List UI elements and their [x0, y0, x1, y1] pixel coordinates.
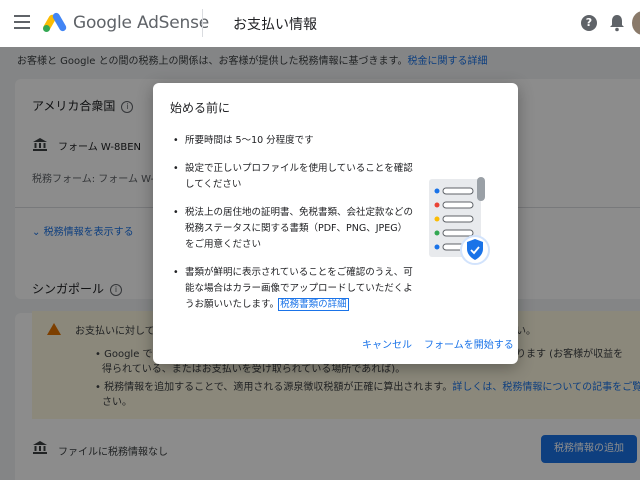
header-divider: [202, 9, 203, 37]
brand-name: Google AdSense: [73, 13, 210, 33]
avatar[interactable]: [632, 11, 640, 35]
app-bar: Google AdSense お支払い情報 ?: [0, 0, 640, 47]
adsense-logo-icon: [43, 12, 67, 32]
menu-icon[interactable]: [14, 15, 30, 29]
notification-bell-icon[interactable]: [609, 14, 625, 32]
list-item-text: 設定で正しいプロファイルを使用していることを確認してください: [185, 163, 413, 190]
list-item-text: 税法上の居住地の証明書、免税書類、会社定款などの税務ステータスに関する書類（PD…: [185, 207, 414, 250]
list-item: 税法上の居住地の証明書、免税書類、会社定款などの税務ステータスに関する書類（PD…: [173, 205, 413, 253]
before-you-start-dialog: 始める前に 所要時間は 5〜10 分程度です 設定で正しいプロファイルを使用して…: [153, 83, 518, 364]
help-icon[interactable]: ?: [581, 15, 597, 31]
page-title: お支払い情報: [233, 17, 317, 33]
cancel-button[interactable]: キャンセル: [362, 336, 412, 351]
list-item: 設定で正しいプロファイルを使用していることを確認してください: [173, 161, 413, 193]
list-item-text: 所要時間は 5〜10 分程度です: [185, 135, 314, 146]
start-form-button[interactable]: フォームを開始する: [424, 336, 514, 351]
requirements-list: 所要時間は 5〜10 分程度です 設定で正しいプロファイルを使用していることを確…: [173, 133, 413, 325]
dialog-title: 始める前に: [170, 101, 231, 115]
tax-document-details-link[interactable]: 税務書類の詳細: [278, 298, 349, 311]
list-item: 書類が鮮明に表示されていることをご確認のうえ、可能な場合はカラー画像でアップロー…: [173, 265, 413, 313]
tax-document-illustration-icon: [429, 177, 490, 265]
list-item: 所要時間は 5〜10 分程度です: [173, 133, 413, 149]
